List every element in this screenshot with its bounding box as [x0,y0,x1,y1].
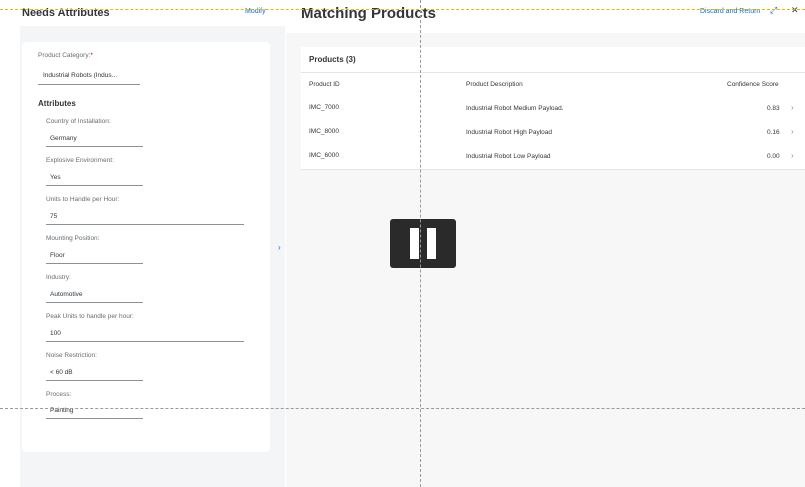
attribute-underline [46,341,244,342]
confidence-score-cell: 0.00 [767,153,780,160]
attribute-underline [46,224,244,225]
attribute-label: Peak Units to handle per hour: [46,313,134,320]
product-category-label-text: Product Category: [38,52,91,59]
table-row[interactable]: IMC_8000 Industrial Robot High Payload 0… [301,121,805,146]
column-header-product-id: Product ID [309,81,340,88]
attribute-value[interactable]: Germany [50,135,77,142]
product-category-underline [38,84,140,85]
attribute-label: Process: [46,391,72,398]
column-header-description: Product Description [466,81,523,88]
close-icon[interactable]: ✕ [791,5,799,16]
attribute-value[interactable]: Yes [50,174,61,181]
row-navigation-icon: › [791,103,794,112]
table-row[interactable]: IMC_6000 Industrial Robot Low Payload 0.… [301,145,805,170]
row-navigation-icon: › [791,127,794,136]
attribute-label: Mounting Position: [46,235,100,242]
chevron-right-icon[interactable]: › [278,243,281,252]
fullscreen-icon[interactable]: ⤢ [770,5,777,16]
pause-icon[interactable] [390,219,456,268]
attribute-underline [46,263,143,264]
attribute-value[interactable]: Automotive [50,291,83,298]
product-id-cell: IMC_6000 [309,152,339,159]
attribute-underline [46,418,143,419]
attribute-label: Country of Installation: [46,118,111,125]
product-id-cell: IMC_7000 [309,104,339,111]
table-row[interactable]: IMC_7000 Industrial Robot Medium Payload… [301,97,805,122]
attribute-value[interactable]: Floor [50,252,65,259]
table-header: Product ID Product Description Confidenc… [301,72,805,98]
product-description-cell: Industrial Robot Low Payload [466,153,551,160]
confidence-score-cell: 0.83 [767,105,780,112]
product-description-cell: Industrial Robot Medium Payload. [466,105,564,112]
attribute-label: Noise Restriction: [46,352,97,359]
guide-line-bottom [0,408,805,409]
attribute-value[interactable]: 75 [50,213,57,220]
attributes-heading: Attributes [38,99,76,108]
product-id-cell: IMC_8000 [309,128,339,135]
attribute-underline [46,185,143,186]
app-window: Needs Attributes Modify Product Category… [0,0,805,487]
product-category-value[interactable]: Industrial Robots (Indus... [43,72,117,79]
attribute-label: Units to Handle per Hour: [46,196,120,203]
column-header-confidence: Confidence Score [727,81,779,88]
attribute-label: Explosive Environment: [46,157,114,164]
confidence-score-cell: 0.16 [767,129,780,136]
product-category-label: Product Category:* [38,52,93,59]
page-title: Matching Products [301,5,437,22]
guide-line-top [0,9,805,10]
attribute-underline [46,302,143,303]
attribute-underline [46,380,143,381]
guide-line-vertical [420,0,421,487]
pause-bar-left [410,228,419,259]
attribute-value[interactable]: 100 [50,330,61,337]
products-table-title: Products (3) [309,55,356,64]
pause-bar-right [427,228,436,259]
attribute-label: Industry: [46,274,71,281]
attribute-underline [46,146,143,147]
row-navigation-icon: › [791,151,794,160]
attribute-value[interactable]: < 60 dB [50,369,73,376]
required-mark: * [90,52,93,59]
product-description-cell: Industrial Robot High Payload [466,129,552,136]
